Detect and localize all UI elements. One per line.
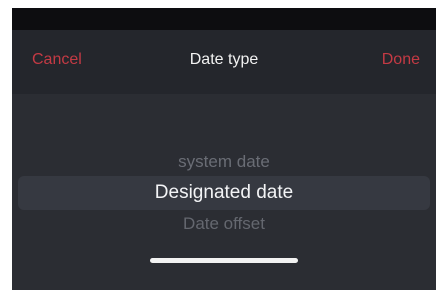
home-indicator[interactable] [150,258,298,263]
picker-option-designated-date[interactable]: Designated date [12,182,436,204]
date-type-picker-sheet: Cancel Date type Done system date Design… [12,8,436,290]
picker-option-system-date[interactable]: system date [12,152,436,172]
date-type-wheel-picker[interactable]: system date Designated date Date offset [12,94,436,290]
picker-nav-bar: Cancel Date type Done [12,30,436,94]
done-button[interactable]: Done [382,30,420,94]
picker-option-date-offset[interactable]: Date offset [12,214,436,234]
status-bar [12,8,436,30]
picker-title: Date type [189,51,259,68]
